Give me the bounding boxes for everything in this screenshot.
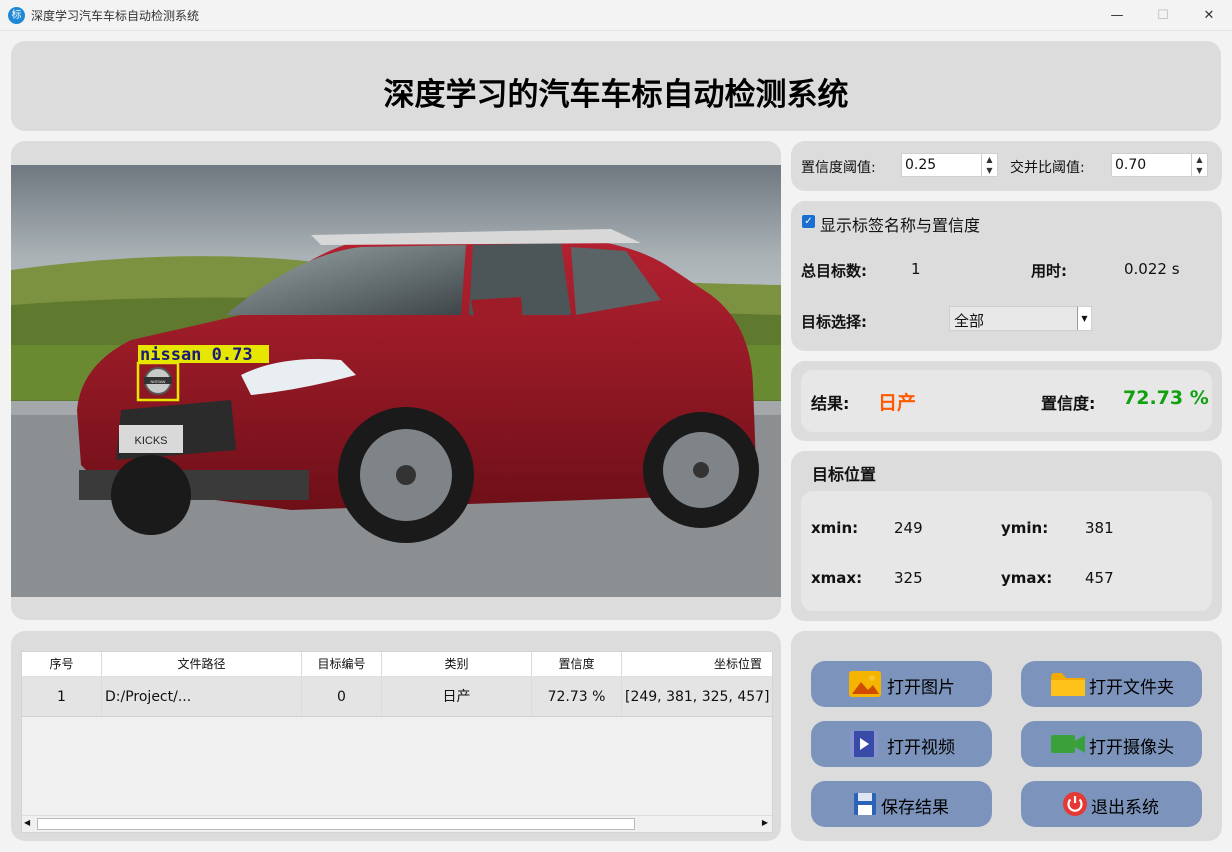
table-cell: 日产: [382, 677, 532, 716]
window-title: 深度学习汽车车标自动检测系统: [31, 9, 200, 23]
time-label: 用时:: [1031, 262, 1067, 280]
result-box: 结果: 日产 置信度: 72.73 %: [801, 370, 1212, 432]
horizontal-scrollbar[interactable]: ◀ ▶: [22, 815, 772, 832]
position-box: xmin: 249 ymin: 381 xmax: 325 ymax: 457: [801, 491, 1212, 611]
target-select-dropdown[interactable]: 全部 ▼: [949, 306, 1092, 331]
detection-label: nissan 0.73: [140, 345, 253, 365]
position-panel: 目标位置 xmin: 249 ymin: 381 xmax: 325 ymax:…: [791, 451, 1222, 621]
table-header: 序号 文件路径 目标编号 类别 置信度 坐标位置: [22, 652, 772, 677]
page-title: 深度学习的汽车车标自动检测系统: [383, 77, 849, 113]
scrollbar-thumb[interactable]: [37, 818, 635, 830]
open-folder-button[interactable]: 打开文件夹: [1021, 661, 1202, 707]
table-cell: 0: [302, 677, 382, 716]
col-header[interactable]: 置信度: [532, 652, 622, 676]
col-header[interactable]: 文件路径: [102, 652, 302, 676]
folder-icon: [1051, 673, 1085, 696]
scroll-left-icon[interactable]: ◀: [24, 818, 30, 827]
detection-image: KICKS NISSAN nissan 0.73: [11, 165, 781, 597]
result-conf-value: 72.73 %: [1123, 387, 1209, 409]
header-panel: 深度学习的汽车车标自动检测系统: [11, 41, 1221, 131]
buttons-panel: 打开图片 打开文件夹 打开视频 打开摄像头 保存结果 退出系统: [791, 631, 1222, 841]
open-video-label: 打开视频: [887, 738, 955, 758]
table-panel: 序号 文件路径 目标编号 类别 置信度 坐标位置 1 D:/Project/..…: [11, 631, 781, 841]
xmax-value: 325: [894, 569, 923, 587]
scroll-right-icon[interactable]: ▶: [762, 818, 768, 827]
app-icon: 标: [8, 7, 25, 24]
table-cell: [249, 381, 325, 457]: [625, 689, 770, 705]
iou-threshold-spinbox[interactable]: 0.70 ▲ ▼: [1111, 153, 1208, 177]
close-button[interactable]: ✕: [1186, 0, 1232, 31]
spin-arrows-icon[interactable]: ▲ ▼: [981, 154, 997, 176]
title-bar: 标 深度学习汽车车标自动检测系统 — ☐ ✕: [0, 0, 1232, 31]
result-value: 日产: [878, 392, 917, 414]
table-cell: 72.73 %: [532, 677, 622, 716]
ymin-value: 381: [1085, 519, 1114, 537]
show-label-text: 显示标签名称与置信度: [820, 216, 981, 235]
ymax-value: 457: [1085, 569, 1114, 587]
col-header[interactable]: 类别: [382, 652, 532, 676]
result-label: 结果:: [811, 394, 850, 413]
open-camera-button[interactable]: 打开摄像头: [1021, 721, 1202, 767]
result-conf-label: 置信度:: [1041, 394, 1096, 413]
open-folder-label: 打开文件夹: [1089, 678, 1174, 698]
car-photo: KICKS NISSAN nissan 0.73: [11, 165, 781, 597]
info-panel: ✓ 显示标签名称与置信度 总目标数: 1 用时: 0.022 s 目标选择: 全…: [791, 201, 1222, 351]
image-panel: KICKS NISSAN nissan 0.73: [11, 141, 781, 620]
save-button[interactable]: 保存结果: [811, 781, 992, 827]
plate-text: KICKS: [134, 435, 167, 447]
total-targets-label: 总目标数:: [801, 262, 867, 280]
xmax-label: xmax:: [811, 569, 863, 587]
ymax-label: ymax:: [1001, 569, 1053, 587]
target-select-value: 全部: [954, 312, 985, 330]
results-table[interactable]: 序号 文件路径 目标编号 类别 置信度 坐标位置 1 D:/Project/..…: [21, 651, 773, 833]
minimize-button[interactable]: —: [1094, 0, 1140, 31]
table-row[interactable]: 1 D:/Project/... 0 日产 72.73 % [249, 381,…: [22, 677, 772, 717]
chevron-down-icon[interactable]: ▼: [1077, 307, 1091, 330]
result-panel: 结果: 日产 置信度: 72.73 %: [791, 361, 1222, 441]
maximize-button: ☐: [1157, 8, 1169, 23]
show-label-checkbox[interactable]: ✓: [802, 215, 815, 228]
ymin-label: ymin:: [1001, 519, 1049, 537]
save-icon: [854, 793, 876, 815]
xmin-label: xmin:: [811, 519, 859, 537]
video-icon: [850, 731, 878, 757]
conf-threshold-label: 置信度阈值:: [801, 160, 876, 176]
table-cell: D:/Project/...: [102, 677, 302, 716]
target-select-label: 目标选择:: [801, 313, 867, 331]
iou-threshold-label: 交并比阈值:: [1010, 160, 1085, 176]
camera-icon: [1051, 735, 1085, 753]
open-camera-label: 打开摄像头: [1089, 738, 1174, 758]
col-header[interactable]: 序号: [22, 652, 102, 676]
power-icon: [1063, 792, 1087, 816]
position-title: 目标位置: [812, 465, 877, 484]
table-cell: 1: [22, 677, 102, 716]
conf-threshold-value: 0.25: [905, 157, 937, 173]
open-image-label: 打开图片: [887, 678, 955, 698]
save-label: 保存结果: [881, 798, 949, 818]
xmin-value: 249: [894, 519, 923, 537]
exit-label: 退出系统: [1091, 798, 1159, 818]
exit-button[interactable]: 退出系统: [1021, 781, 1202, 827]
total-targets-value: 1: [911, 260, 921, 278]
open-image-button[interactable]: 打开图片: [811, 661, 992, 707]
col-header[interactable]: 坐标位置: [622, 652, 772, 676]
params-panel: 置信度阈值: 0.25 ▲ ▼ 交并比阈值: 0.70 ▲ ▼: [791, 141, 1222, 191]
col-header[interactable]: 目标编号: [302, 652, 382, 676]
badge-text: NISSAN: [151, 379, 166, 384]
image-icon: [849, 671, 881, 697]
spin-arrows-icon[interactable]: ▲ ▼: [1191, 154, 1207, 176]
time-value: 0.022 s: [1124, 260, 1180, 278]
conf-threshold-spinbox[interactable]: 0.25 ▲ ▼: [901, 153, 998, 177]
open-video-button[interactable]: 打开视频: [811, 721, 992, 767]
iou-threshold-value: 0.70: [1115, 157, 1147, 173]
